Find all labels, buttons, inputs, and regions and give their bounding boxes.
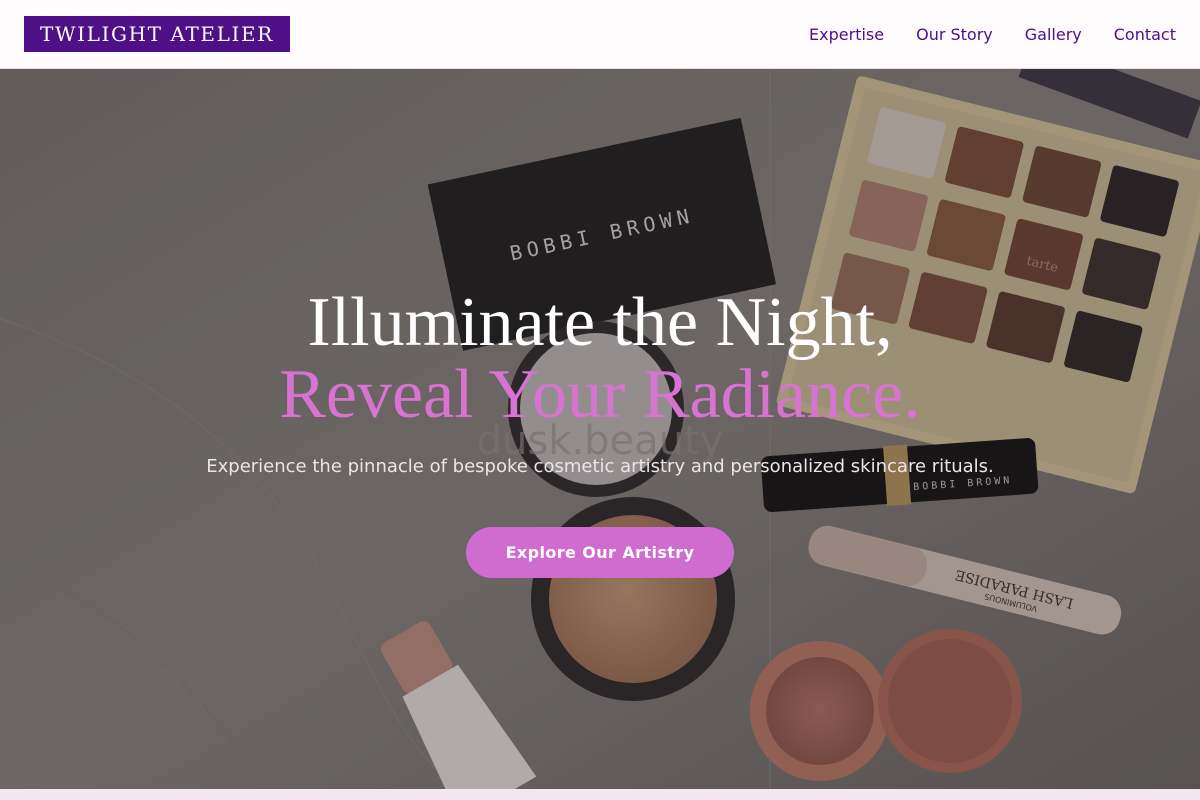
headline-line-2: Reveal Your Radiance. [279,356,921,433]
explore-artistry-button[interactable]: Explore Our Artistry [466,527,734,578]
hero-section: BOBBI BROWN tarte dusk.beauty BOBBI BROW… [0,69,1200,789]
nav-link-expertise[interactable]: Expertise [809,25,884,44]
headline-line-1: Illuminate the Night, [307,284,893,361]
next-section-edge [0,789,1200,800]
hero-content: Illuminate the Night, Reveal Your Radian… [0,69,1200,789]
nav-link-contact[interactable]: Contact [1114,25,1176,44]
hero-headline: Illuminate the Night, Reveal Your Radian… [0,287,1200,431]
brand-logo[interactable]: TWILIGHT ATELIER [24,16,290,52]
site-header: TWILIGHT ATELIER Expertise Our Story Gal… [0,0,1200,69]
nav-link-gallery[interactable]: Gallery [1025,25,1082,44]
main-nav: Expertise Our Story Gallery Contact [809,0,1176,68]
nav-link-our-story[interactable]: Our Story [916,25,993,44]
hero-subtext: Experience the pinnacle of bespoke cosme… [206,456,994,477]
